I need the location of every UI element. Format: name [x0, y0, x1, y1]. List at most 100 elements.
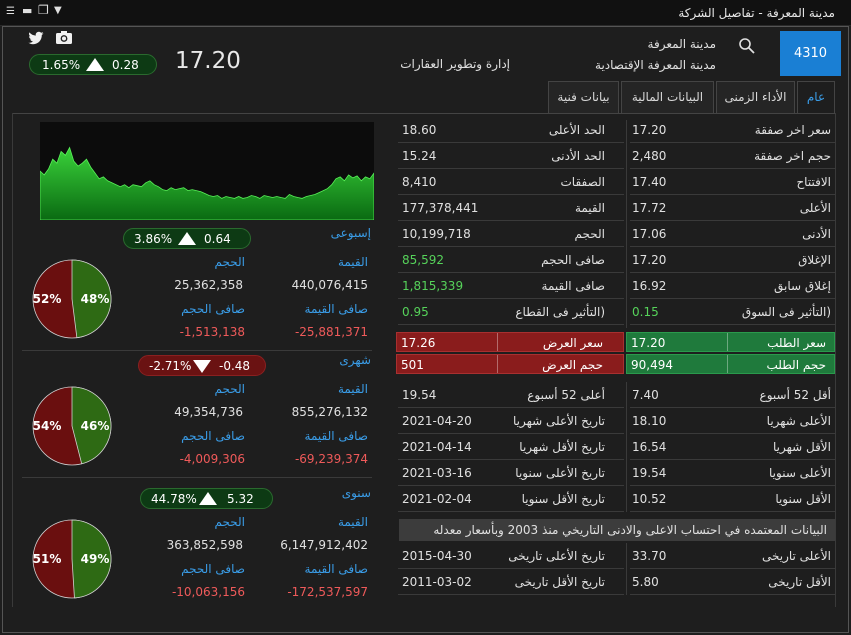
period-volume-label: الحجم: [214, 382, 245, 396]
tabs-divider: [12, 113, 835, 114]
range-right-value: 19.54: [632, 466, 667, 480]
buy-sell-pie: 48% 52%: [32, 259, 112, 339]
tab-financial[interactable]: البيانات المالية: [621, 81, 714, 113]
stat-right-label: حجم اخر صفقة: [754, 149, 831, 163]
twitter-icon[interactable]: [28, 31, 44, 45]
period-volume: 25,362,358: [174, 278, 243, 292]
window-titlebar: ☰ ▬ ❐ ▼ مدينة المعرفة - تفاصيل الشركة: [0, 0, 851, 26]
stat-left-value: 85,592: [402, 253, 444, 267]
company-name: مدينة المعرفة: [647, 37, 716, 51]
history-right-label: الأقل تاريخى: [768, 575, 831, 589]
stat-right-divider: [630, 324, 835, 325]
period-net-volume: -1,513,138: [179, 325, 245, 339]
range-right-label: الأعلى سنويا: [769, 466, 831, 480]
tab-general[interactable]: عام: [797, 81, 835, 113]
stat-right-divider: [630, 246, 835, 247]
tab-performance[interactable]: الأداء الزمنى: [716, 81, 795, 113]
period-divider: [22, 350, 372, 351]
stat-right-label: سعر اخر صفقة: [754, 123, 831, 137]
range-left-value: 2021-03-16: [402, 466, 472, 480]
range-left-label: أعلى 52 أسبوع: [527, 388, 605, 402]
stat-right-label: الافتتاح: [796, 175, 831, 189]
period-net-volume-label: صافى الحجم: [181, 562, 245, 576]
period-name: سنوى: [341, 486, 371, 500]
symbol-button[interactable]: 4310: [780, 31, 841, 76]
up-arrow-icon: [178, 232, 196, 245]
ask-price-row: 17.26 سعر العرض: [396, 332, 624, 352]
minimize-icon[interactable]: ▬: [22, 5, 32, 16]
history-right-value: 5.80: [632, 575, 659, 589]
stat-left-label: صافى القيمة: [541, 279, 605, 293]
period-value-label: القيمة: [337, 515, 368, 529]
stat-left-label: الحجم: [574, 227, 605, 241]
sell-pct: 54%: [33, 419, 62, 433]
stat-left-label: الحد الأعلى: [548, 123, 605, 137]
stat-left-value: 8,410: [402, 175, 437, 189]
history-right-divider: [630, 568, 835, 569]
stat-right-divider: [630, 194, 835, 195]
change-value: 0.28: [112, 58, 139, 72]
range-left-divider: [398, 511, 624, 512]
camera-icon[interactable]: [55, 30, 73, 45]
history-left-label: تاريخ الأقل تاريخى: [514, 575, 605, 589]
stat-right-divider: [630, 142, 835, 143]
history-left-divider: [398, 594, 624, 595]
dropdown-icon[interactable]: ▼: [54, 6, 62, 16]
period-change-value: 5.32: [227, 492, 254, 506]
tab-technical[interactable]: بيانات فنية: [548, 81, 619, 113]
restore-icon[interactable]: ❐: [38, 4, 49, 16]
period-change-badge: 3.86% 0.64: [123, 228, 251, 249]
history-left-label: تاريخ الأعلى تاريخى: [508, 549, 605, 563]
range-right-value: 18.10: [632, 414, 667, 428]
period-volume: 49,354,736: [174, 405, 243, 419]
stat-right-divider: [630, 220, 835, 221]
bid-price-row: 17.20 سعر الطلب: [626, 332, 835, 352]
stat-left-divider: [398, 324, 624, 325]
search-icon[interactable]: [738, 37, 756, 55]
period-divider: [22, 477, 372, 478]
history-right-divider: [630, 594, 835, 595]
period-net-value-label: صافى القيمة: [304, 429, 368, 443]
stat-right-value: 17.06: [632, 227, 667, 241]
period-net-volume-label: صافى الحجم: [181, 429, 245, 443]
change-badge: 1.65% 0.28: [29, 54, 157, 75]
history-note: البيانات المعتمده في احتساب الاعلى والاد…: [399, 519, 835, 541]
range-right-label: الأقل شهريا: [772, 440, 831, 454]
period-net-volume: -4,009,306: [179, 452, 245, 466]
period-net-value: -25,881,371: [294, 325, 368, 339]
history-left-divider: [398, 568, 624, 569]
up-arrow-icon: [199, 492, 217, 505]
period-net-value: -69,239,374: [294, 452, 368, 466]
stat-right-divider: [630, 272, 835, 273]
period-value: 440,076,415: [291, 278, 368, 292]
period-change-badge: 44.78% 5.32: [140, 488, 273, 509]
stat-left-value: 10,199,718: [402, 227, 471, 241]
window-menu-icon[interactable]: ☰: [6, 7, 15, 17]
range-right-divider: [630, 407, 835, 408]
window-title: مدينة المعرفة - تفاصيل الشركة: [678, 6, 835, 20]
history-divider: [626, 543, 627, 595]
bid-price: 17.20: [631, 336, 666, 350]
stat-left-value: 1,815,339: [402, 279, 464, 293]
range-left-value: 19.54: [402, 388, 437, 402]
range-left-value: 2021-02-04: [402, 492, 472, 506]
stat-left-label: (التأثير فى القطاع: [515, 305, 605, 319]
stat-right-value: 2,480: [632, 149, 667, 163]
stat-left-label: الحد الأدنى: [551, 149, 605, 163]
range-right-divider: [630, 433, 835, 434]
stat-right-label: إغلاق سابق: [774, 279, 831, 293]
content-border-left: [12, 113, 13, 607]
period-name: إسبوعى: [330, 226, 371, 240]
stat-right-value: 17.40: [632, 175, 667, 189]
stat-right-divider: [630, 168, 835, 169]
range-left-divider: [398, 433, 624, 434]
period-net-volume-label: صافى الحجم: [181, 302, 245, 316]
period-volume-label: الحجم: [214, 515, 245, 529]
sell-pct: 51%: [33, 552, 62, 566]
sector-name: إدارة وتطوير العقارات: [400, 57, 510, 71]
sell-pct: 52%: [33, 292, 62, 306]
buy-pct: 49%: [81, 552, 110, 566]
period-volume-label: الحجم: [214, 255, 245, 269]
range-left-divider: [398, 485, 624, 486]
stat-left-value: 18.60: [402, 123, 437, 137]
